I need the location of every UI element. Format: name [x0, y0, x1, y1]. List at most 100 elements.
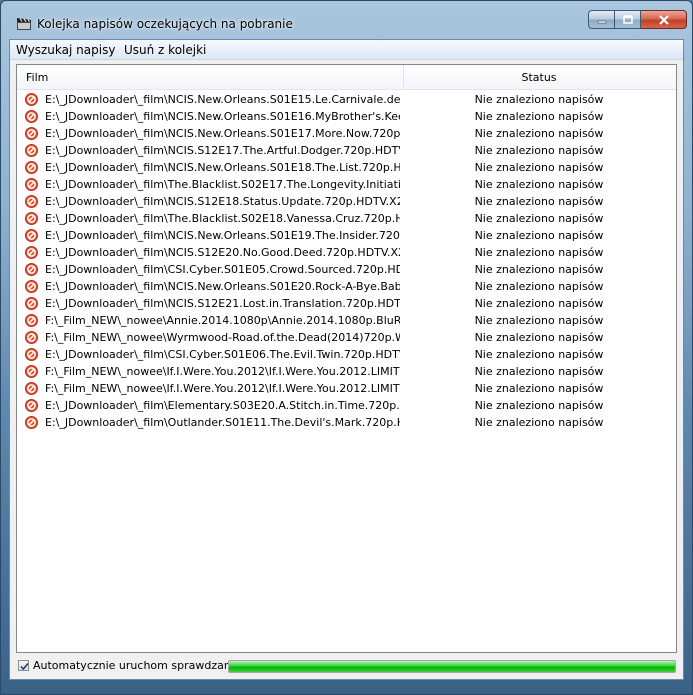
close-button[interactable]	[641, 10, 687, 29]
error-icon	[25, 178, 38, 191]
row-file-path: E:\_JDownloader\_film\CSI.Cyber.S01E06.T…	[45, 348, 400, 361]
table-row[interactable]: E:\_JDownloader\_film\NCIS.New.Orleans.S…	[17, 108, 676, 125]
table-row[interactable]: E:\_JDownloader\_film\NCIS.New.Orleans.S…	[17, 278, 676, 295]
row-file-path: E:\_JDownloader\_film\NCIS.S12E18.Status…	[45, 195, 400, 208]
progress-bar	[228, 660, 676, 673]
row-file-path: E:\_JDownloader\_film\NCIS.New.Orleans.S…	[45, 161, 400, 174]
error-icon	[25, 229, 38, 242]
table-row[interactable]: E:\_JDownloader\_film\NCIS.New.Orleans.S…	[17, 159, 676, 176]
error-icon	[25, 127, 38, 140]
error-icon	[25, 195, 38, 208]
checkmark-icon	[20, 662, 29, 671]
menu-bar: Wyszukaj napisy Usuń z kolejki	[10, 40, 683, 60]
row-file-path: E:\_JDownloader\_film\NCIS.New.Orleans.S…	[45, 229, 400, 242]
table-row[interactable]: F:\_Film_NEW\_nowee\If.I.Were.You.2012\I…	[17, 363, 676, 380]
queue-list[interactable]: Film Status E:\_JDownloader\_film\NCIS.N…	[16, 64, 677, 653]
row-status: Nie znaleziono napisów	[474, 144, 604, 157]
clapperboard-icon	[17, 18, 31, 30]
column-header-status[interactable]: Status	[404, 71, 674, 84]
table-row[interactable]: E:\_JDownloader\_film\CSI.Cyber.S01E05.C…	[17, 261, 676, 278]
maximize-button[interactable]	[615, 10, 641, 29]
error-icon	[25, 93, 38, 106]
table-row[interactable]: E:\_JDownloader\_film\CSI.Cyber.S01E06.T…	[17, 346, 676, 363]
table-row[interactable]: F:\_Film_NEW\_nowee\Annie.2014.1080p\Ann…	[17, 312, 676, 329]
row-file-path: E:\_JDownloader\_film\NCIS.S12E17.The.Ar…	[45, 144, 400, 157]
error-icon	[25, 280, 38, 293]
table-row[interactable]: E:\_JDownloader\_film\NCIS.New.Orleans.S…	[17, 125, 676, 142]
row-status: Nie znaleziono napisów	[474, 331, 604, 344]
table-row[interactable]: E:\_JDownloader\_film\NCIS.S12E20.No.Goo…	[17, 244, 676, 261]
row-file-path: F:\_Film_NEW\_nowee\Wyrmwood-Road.of.the…	[45, 331, 400, 344]
close-icon	[658, 14, 669, 25]
row-status: Nie znaleziono napisów	[474, 195, 604, 208]
list-header: Film Status	[17, 65, 676, 90]
table-row[interactable]: E:\_JDownloader\_film\Elementary.S03E20.…	[17, 397, 676, 414]
maximize-icon	[622, 15, 633, 24]
row-file-path: E:\_JDownloader\_film\NCIS.New.Orleans.S…	[45, 93, 400, 106]
table-row[interactable]: E:\_JDownloader\_film\NCIS.New.Orleans.S…	[17, 91, 676, 108]
row-status: Nie znaleziono napisów	[474, 229, 604, 242]
row-file-path: E:\_JDownloader\_film\CSI.Cyber.S01E05.C…	[45, 263, 400, 276]
menu-search-subtitles[interactable]: Wyszukaj napisy	[16, 43, 115, 57]
row-status: Nie znaleziono napisów	[474, 297, 604, 310]
auto-check-label[interactable]: Automatycznie uruchom sprawdzanie	[33, 659, 241, 672]
row-file-path: F:\_Film_NEW\_nowee\If.I.Were.You.2012\I…	[45, 382, 400, 395]
row-status: Nie znaleziono napisów	[474, 382, 604, 395]
error-icon	[25, 212, 38, 225]
row-file-path: E:\_JDownloader\_film\NCIS.New.Orleans.S…	[45, 127, 400, 140]
table-row[interactable]: E:\_JDownloader\_film\Outlander.S01E11.T…	[17, 414, 676, 431]
table-row[interactable]: E:\_JDownloader\_film\The.Blacklist.S02E…	[17, 210, 676, 227]
error-icon	[25, 110, 38, 123]
table-row[interactable]: E:\_JDownloader\_film\NCIS.New.Orleans.S…	[17, 227, 676, 244]
table-row[interactable]: E:\_JDownloader\_film\NCIS.S12E17.The.Ar…	[17, 142, 676, 159]
row-status: Nie znaleziono napisów	[474, 314, 604, 327]
row-status: Nie znaleziono napisów	[474, 263, 604, 276]
row-status: Nie znaleziono napisów	[474, 365, 604, 378]
error-icon	[25, 314, 38, 327]
row-file-path: E:\_JDownloader\_film\Outlander.S01E11.T…	[45, 416, 400, 429]
row-status: Nie znaleziono napisów	[474, 161, 604, 174]
row-status: Nie znaleziono napisów	[474, 399, 604, 412]
row-file-path: E:\_JDownloader\_film\Elementary.S03E20.…	[45, 399, 400, 412]
column-header-film[interactable]: Film	[26, 71, 48, 84]
row-status: Nie znaleziono napisów	[474, 246, 604, 259]
status-bar: Automatycznie uruchom sprawdzanie	[16, 658, 677, 676]
table-row[interactable]: F:\_Film_NEW\_nowee\Wyrmwood-Road.of.the…	[17, 329, 676, 346]
error-icon	[25, 161, 38, 174]
caption-buttons	[588, 10, 687, 31]
row-file-path: F:\_Film_NEW\_nowee\If.I.Were.You.2012\I…	[45, 365, 400, 378]
table-row[interactable]: E:\_JDownloader\_film\NCIS.S12E21.Lost.i…	[17, 295, 676, 312]
row-status: Nie znaleziono napisów	[474, 280, 604, 293]
row-file-path: E:\_JDownloader\_film\NCIS.New.Orleans.S…	[45, 110, 400, 123]
error-icon	[25, 399, 38, 412]
row-status: Nie znaleziono napisów	[474, 110, 604, 123]
row-file-path: E:\_JDownloader\_film\NCIS.S12E21.Lost.i…	[45, 297, 400, 310]
table-row[interactable]: E:\_JDownloader\_film\NCIS.S12E18.Status…	[17, 193, 676, 210]
list-rows: E:\_JDownloader\_film\NCIS.New.Orleans.S…	[17, 91, 676, 431]
table-row[interactable]: F:\_Film_NEW\_nowee\If.I.Were.You.2012\I…	[17, 380, 676, 397]
row-status: Nie znaleziono napisów	[474, 416, 604, 429]
progress-fill	[229, 661, 675, 672]
error-icon	[25, 365, 38, 378]
row-status: Nie znaleziono napisów	[474, 212, 604, 225]
error-icon	[25, 297, 38, 310]
error-icon	[25, 416, 38, 429]
app-window: Kolejka napisów oczekujących na pobranie…	[0, 0, 693, 695]
error-icon	[25, 246, 38, 259]
row-file-path: E:\_JDownloader\_film\NCIS.New.Orleans.S…	[45, 280, 400, 293]
row-file-path: E:\_JDownloader\_film\NCIS.S12E20.No.Goo…	[45, 246, 400, 259]
auto-check-checkbox[interactable]	[18, 660, 29, 671]
table-row[interactable]: E:\_JDownloader\_film\The.Blacklist.S02E…	[17, 176, 676, 193]
row-file-path: E:\_JDownloader\_film\The.Blacklist.S02E…	[45, 212, 400, 225]
window-title: Kolejka napisów oczekujących na pobranie	[37, 17, 293, 31]
row-status: Nie znaleziono napisów	[474, 348, 604, 361]
error-icon	[25, 348, 38, 361]
row-status: Nie znaleziono napisów	[474, 93, 604, 106]
error-icon	[25, 331, 38, 344]
minimize-button[interactable]	[588, 10, 615, 29]
row-file-path: E:\_JDownloader\_film\The.Blacklist.S02E…	[45, 178, 400, 191]
client-area: Wyszukaj napisy Usuń z kolejki Film Stat…	[9, 39, 684, 680]
menu-remove-from-queue[interactable]: Usuń z kolejki	[124, 43, 206, 57]
error-icon	[25, 263, 38, 276]
title-bar[interactable]: Kolejka napisów oczekujących na pobranie	[1, 1, 692, 39]
